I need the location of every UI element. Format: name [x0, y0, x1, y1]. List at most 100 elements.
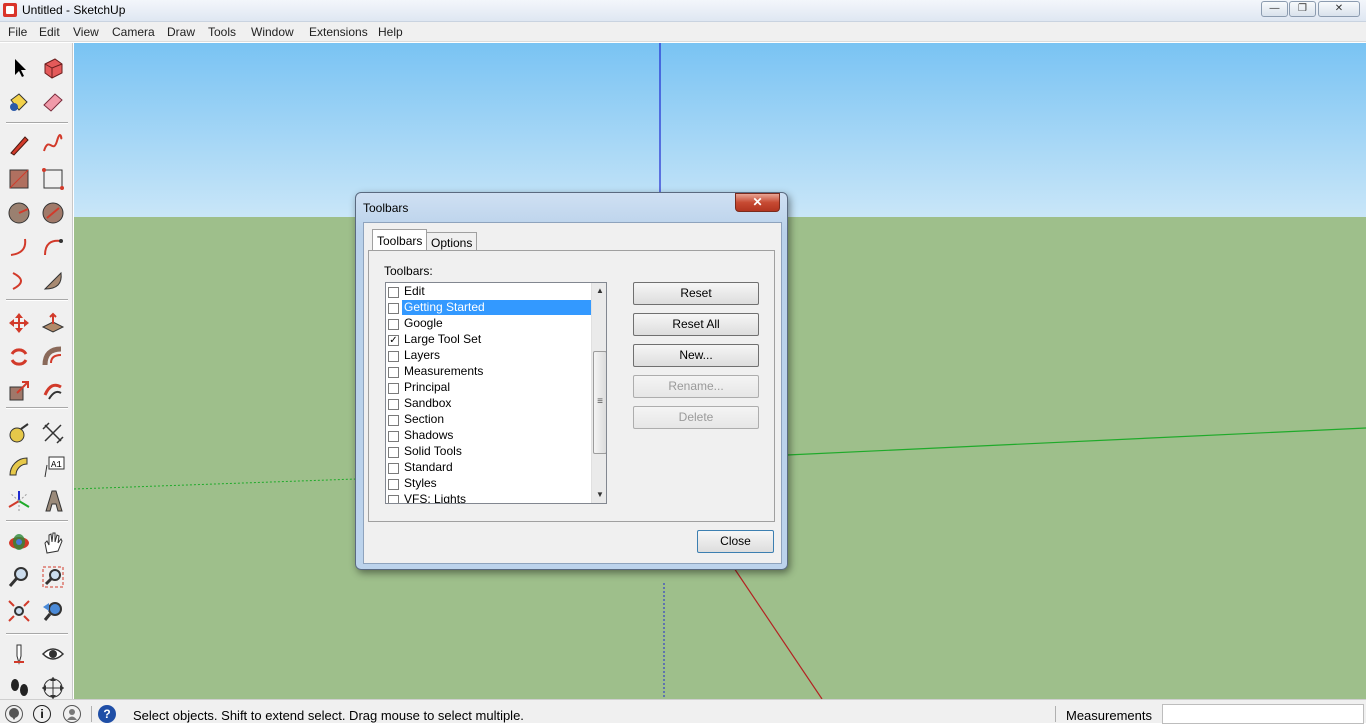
3d-text-icon[interactable] [38, 486, 68, 516]
two-point-arc-icon[interactable] [38, 232, 68, 262]
text-icon[interactable]: A1 [38, 452, 68, 482]
toolbar-checkbox[interactable] [388, 463, 399, 474]
toolbar-list-item-label: Section [404, 412, 445, 426]
green-axis-dotted-line [74, 478, 357, 490]
toolbar-list-item[interactable]: Section [386, 412, 591, 428]
measurements-input[interactable] [1162, 704, 1364, 724]
scroll-up-arrow-icon[interactable]: ▲ [592, 283, 606, 299]
position-camera-icon[interactable] [4, 639, 34, 669]
help-icon[interactable]: ? [98, 705, 116, 723]
green-axis-line [786, 427, 1366, 456]
toolbar-checkbox[interactable] [388, 415, 399, 426]
pie-icon[interactable] [38, 266, 68, 296]
tape-measure-icon[interactable] [4, 418, 34, 448]
arc-icon[interactable] [4, 232, 34, 262]
scroll-thumb[interactable]: ≡ [593, 351, 606, 454]
toolbar-checkbox[interactable] [388, 383, 399, 394]
zoom-icon[interactable] [4, 562, 34, 592]
move-icon[interactable] [4, 308, 34, 338]
menu-view[interactable]: View [73, 25, 99, 39]
axes-icon[interactable] [4, 486, 34, 516]
menu-bar: File Edit View Camera Draw Tools Window … [0, 22, 1366, 42]
toolbar-checkbox[interactable]: ✓ [388, 335, 399, 346]
new-button[interactable]: New... [633, 344, 759, 367]
delete-button[interactable]: Delete [633, 406, 759, 429]
toolbar-list-item[interactable]: Layers [386, 348, 591, 364]
toolbar-list-item[interactable]: Styles [386, 476, 591, 492]
toolbar-list-item[interactable]: Edit [386, 284, 591, 300]
menu-tools[interactable]: Tools [208, 25, 236, 39]
rotated-rectangle-icon[interactable] [38, 164, 68, 194]
toolbar-checkbox[interactable] [388, 495, 399, 503]
menu-file[interactable]: File [8, 25, 27, 39]
make-component-icon[interactable] [38, 53, 68, 83]
rotate-icon[interactable] [4, 342, 34, 372]
pencil-icon[interactable] [4, 130, 34, 160]
toolbar-checkbox[interactable] [388, 447, 399, 458]
menu-extensions[interactable]: Extensions [309, 25, 368, 39]
toolbar-checkbox[interactable] [388, 367, 399, 378]
minimize-button[interactable]: — [1261, 1, 1288, 17]
circle-icon[interactable] [4, 198, 34, 228]
tab-options[interactable]: Options [426, 232, 478, 251]
toolbar-list-item[interactable]: VFS: Lights [386, 492, 591, 503]
menu-help[interactable]: Help [378, 25, 403, 39]
list-scrollbar[interactable]: ▲ ≡ ▼ [591, 283, 606, 503]
zoom-extents-icon[interactable] [4, 596, 34, 626]
toolbar-checkbox[interactable] [388, 351, 399, 362]
reset-button[interactable]: Reset [633, 282, 759, 305]
select-tool-icon[interactable] [4, 53, 34, 83]
rename-button[interactable]: Rename... [633, 375, 759, 398]
three-point-arc-icon[interactable] [4, 266, 34, 296]
push-pull-icon[interactable] [38, 308, 68, 338]
previous-view-icon[interactable] [38, 596, 68, 626]
look-around-icon[interactable] [38, 639, 68, 669]
toolbar-list-item[interactable]: Getting Started [386, 300, 591, 316]
scale-icon[interactable] [4, 376, 34, 406]
menu-edit[interactable]: Edit [39, 25, 60, 39]
toolbar-list-item[interactable]: Standard [386, 460, 591, 476]
toolbar-checkbox[interactable] [388, 399, 399, 410]
user-account-icon[interactable] [63, 705, 81, 723]
scroll-down-arrow-icon[interactable]: ▼ [592, 487, 606, 503]
status-divider [1055, 706, 1056, 722]
protractor-icon[interactable] [4, 452, 34, 482]
eraser-icon[interactable] [38, 87, 68, 117]
toolbar-list-item[interactable]: Solid Tools [386, 444, 591, 460]
toolbar-separator [6, 122, 68, 123]
toolbar-list-item[interactable]: Google [386, 316, 591, 332]
rectangle-icon[interactable] [4, 164, 34, 194]
maximize-button[interactable]: ❐ [1289, 1, 1316, 17]
polygon-icon[interactable] [38, 198, 68, 228]
menu-draw[interactable]: Draw [167, 25, 195, 39]
toolbar-checkbox[interactable] [388, 287, 399, 298]
orbit-icon[interactable] [4, 528, 34, 558]
dialog-close-x-button[interactable]: ✕ [735, 193, 780, 212]
freehand-icon[interactable] [38, 130, 68, 160]
pan-icon[interactable] [38, 528, 68, 558]
menu-camera[interactable]: Camera [112, 25, 155, 39]
reset-all-button[interactable]: Reset All [633, 313, 759, 336]
dialog-close-button[interactable]: Close [697, 530, 774, 553]
toolbar-list-item[interactable]: Principal [386, 380, 591, 396]
toolbar-list-item[interactable]: Shadows [386, 428, 591, 444]
toolbar-list-item[interactable]: Sandbox [386, 396, 591, 412]
offset-icon[interactable] [38, 376, 68, 406]
toolbar-checkbox[interactable] [388, 479, 399, 490]
dimension-icon[interactable] [38, 418, 68, 448]
close-window-button[interactable]: ✕ [1318, 1, 1360, 17]
zoom-window-icon[interactable] [38, 562, 68, 592]
window-title: Untitled - SketchUp [22, 3, 126, 17]
toolbar-checkbox[interactable] [388, 319, 399, 330]
toolbar-list-item[interactable]: Measurements [386, 364, 591, 380]
toolbar-checkbox[interactable] [388, 303, 399, 314]
geo-location-icon[interactable] [5, 705, 23, 723]
toolbar-list-item[interactable]: ✓ Large Tool Set [386, 332, 591, 348]
toolbar-checkbox[interactable] [388, 431, 399, 442]
tab-toolbars[interactable]: Toolbars [372, 229, 428, 251]
toolbars-list[interactable]: Edit Getting Started Google ✓ Large Tool Set… [385, 282, 607, 504]
menu-window[interactable]: Window [251, 25, 294, 39]
info-icon[interactable]: i [33, 705, 51, 723]
follow-me-icon[interactable] [38, 342, 68, 372]
paint-bucket-icon[interactable] [4, 87, 34, 117]
